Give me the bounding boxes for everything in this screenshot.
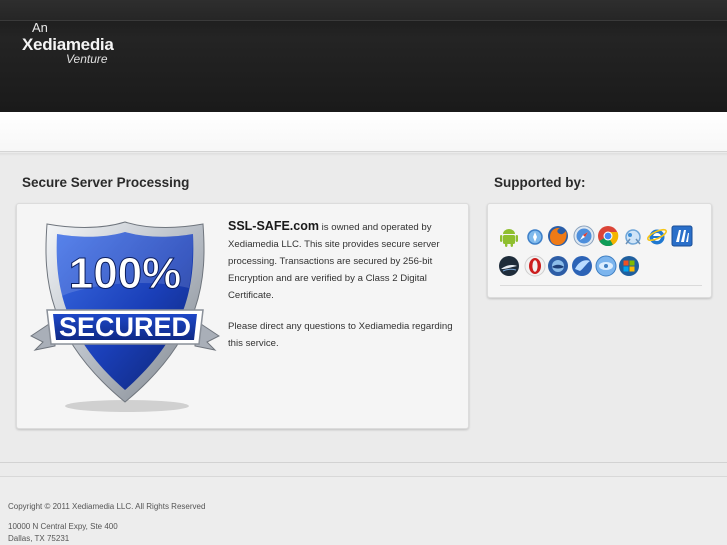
copyright-text: Copyright © 2011 Xediamedia LLC. All Rig… [8,502,206,511]
header-divider [0,20,727,21]
maxthon-icon [671,225,693,247]
description-text-1: is owned and operated by Xediamedia LLC.… [228,222,440,301]
badge-percent-text: 100% [69,249,182,298]
description-paragraph-1: SSL-SAFE.com is owned and operated by Xe… [228,218,464,304]
windows-icon [619,256,639,276]
service-description: SSL-SAFE.com is owned and operated by Xe… [228,218,464,352]
internet-explorer-icon [647,228,667,245]
safari-icon [573,225,595,247]
secured-badge-icon: 100% SECURED [30,221,220,412]
site-header: An Xediamedia Venture [0,0,727,112]
footer-separator [0,462,727,463]
safari-mobile-icon [527,229,543,245]
seamonkey-icon [548,256,568,276]
logo-suffix: Venture [66,52,108,66]
sub-navigation-bar [0,112,727,152]
internet-explorer-8-icon [625,229,641,245]
android-icon [500,229,518,247]
supported-heading: Supported by: [494,175,586,190]
logo-prefix: An [32,20,48,35]
address-line-1: 10000 N Central Expy, Ste 400 [8,522,118,531]
konqueror-icon [595,255,617,277]
camino-icon [499,256,519,276]
description-paragraph-2: Please direct any questions to Xediamedi… [228,321,453,349]
main-heading: Secure Server Processing [22,175,190,190]
firefox-icon [548,226,568,246]
info-card: 100% SECURED SSL-SAFE.com is owned and o… [16,203,469,429]
flock-icon [572,256,592,276]
card-divider [500,285,702,286]
badge-label-text: SECURED [59,312,191,342]
site-footer: Copyright © 2011 Xediamedia LLC. All Rig… [0,476,727,545]
supported-browsers-card [487,203,712,298]
opera-icon [524,255,546,277]
address-line-2: Dallas, TX 75231 [8,534,70,543]
site-name: SSL-SAFE.com [228,219,319,233]
chrome-icon [598,226,619,247]
subbar-shadow [0,153,727,156]
